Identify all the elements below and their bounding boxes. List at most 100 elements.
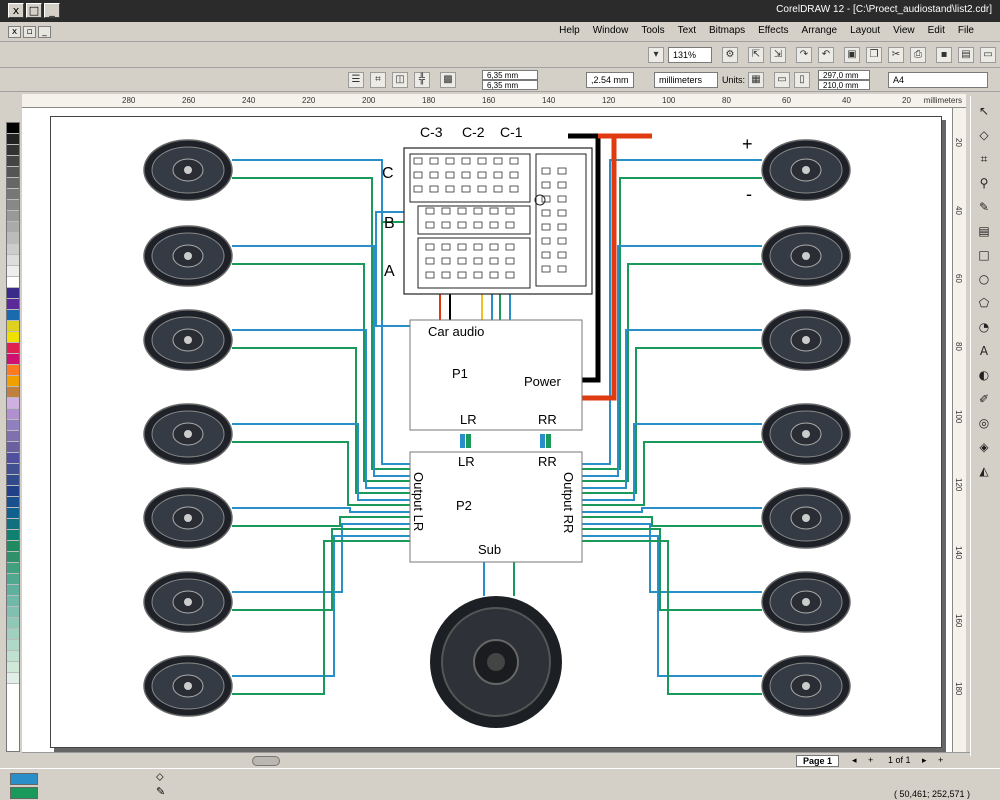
palette-swatch[interactable] — [7, 134, 19, 145]
fill-tool-icon[interactable]: ◈ — [975, 438, 993, 456]
speaker[interactable] — [143, 309, 233, 371]
palette-swatch[interactable] — [7, 222, 19, 233]
palette-swatch[interactable] — [7, 332, 19, 343]
palette-swatch[interactable] — [7, 310, 19, 321]
paper-size-select[interactable]: A4 — [888, 72, 988, 88]
palette-swatch[interactable] — [7, 640, 19, 651]
palette-swatch[interactable] — [7, 497, 19, 508]
palette-swatch[interactable] — [7, 398, 19, 409]
menu-text[interactable]: Text — [678, 25, 696, 36]
palette-swatch[interactable] — [7, 519, 19, 530]
page-height-field[interactable]: 210,0 mm — [818, 80, 870, 90]
shape-tool-icon[interactable]: ◇ — [975, 126, 993, 144]
close-window-button[interactable]: x — [8, 3, 24, 18]
palette-swatch[interactable] — [7, 343, 19, 354]
nudge-field[interactable]: ,2.54 mm — [586, 72, 634, 88]
outline-tool-icon[interactable]: ◎ — [975, 414, 993, 432]
palette-swatch[interactable] — [7, 167, 19, 178]
color-palette[interactable] — [6, 122, 20, 752]
palette-swatch[interactable] — [7, 365, 19, 376]
speaker[interactable] — [761, 403, 851, 465]
palette-swatch[interactable] — [7, 464, 19, 475]
scrollbar-thumb[interactable] — [252, 756, 280, 766]
freehand-tool-icon[interactable]: ✎ — [975, 198, 993, 216]
iso-connector[interactable]: C-3 C-2 C-1 C B A — [382, 124, 593, 295]
fill-color-swatch[interactable] — [10, 773, 38, 785]
text-tool-icon[interactable]: A — [975, 342, 993, 360]
horizontal-scrollbar[interactable] — [22, 752, 792, 768]
duplicate-y-field[interactable]: 6,35 mm — [482, 80, 538, 90]
speaker[interactable] — [143, 571, 233, 633]
all-pages-icon[interactable]: ▦ — [748, 72, 764, 88]
menu-effects[interactable]: Effects — [758, 25, 788, 36]
units-select[interactable]: millimeters — [654, 72, 718, 88]
palette-swatch[interactable] — [7, 607, 19, 618]
palette-swatch[interactable] — [7, 211, 19, 222]
export-icon[interactable]: ⇱ — [748, 47, 764, 63]
palette-swatch[interactable] — [7, 629, 19, 640]
menu-view[interactable]: View — [893, 25, 915, 36]
speaker[interactable] — [761, 571, 851, 633]
speaker[interactable] — [143, 403, 233, 465]
basic-shapes-icon[interactable]: ◔ — [975, 318, 993, 336]
speaker[interactable] — [143, 655, 233, 717]
prev-page-icon[interactable]: ◂ — [852, 755, 857, 766]
add-page-icon[interactable]: + — [868, 755, 873, 765]
palette-swatch[interactable] — [7, 288, 19, 299]
undo-icon[interactable]: ↶ — [818, 47, 834, 63]
palette-swatch[interactable] — [7, 475, 19, 486]
palette-swatch[interactable] — [7, 563, 19, 574]
palette-swatch[interactable] — [7, 453, 19, 464]
palette-swatch[interactable] — [7, 376, 19, 387]
smart-fill-icon[interactable]: ▤ — [975, 222, 993, 240]
palette-swatch[interactable] — [7, 442, 19, 453]
palette-swatch[interactable] — [7, 266, 19, 277]
page-tab-1[interactable]: Page 1 — [796, 755, 840, 767]
doc-restore-icon[interactable]: ▫ — [23, 26, 36, 38]
speaker[interactable] — [761, 139, 851, 201]
palette-swatch[interactable] — [7, 409, 19, 420]
speaker[interactable] — [143, 139, 233, 201]
palette-swatch[interactable] — [7, 200, 19, 211]
doc-close-icon[interactable]: x — [8, 26, 21, 38]
page-width-field[interactable]: 297,0 mm — [818, 70, 870, 80]
speaker[interactable] — [143, 487, 233, 549]
menu-arrange[interactable]: Arrange — [802, 25, 838, 36]
copy-icon[interactable]: ❐ — [866, 47, 882, 63]
redo-icon[interactable]: ↷ — [796, 47, 812, 63]
open-icon[interactable]: ▤ — [958, 47, 974, 63]
polygon-tool-icon[interactable]: ⬠ — [975, 294, 993, 312]
portrait-icon[interactable]: ▯ — [794, 72, 810, 88]
landscape-icon[interactable]: ▭ — [774, 72, 790, 88]
subwoofer[interactable] — [430, 596, 562, 728]
speaker[interactable] — [143, 225, 233, 287]
menu-bitmaps[interactable]: Bitmaps — [709, 25, 745, 36]
speaker[interactable] — [761, 225, 851, 287]
palette-swatch[interactable] — [7, 145, 19, 156]
rectangle-tool-icon[interactable]: □ — [975, 246, 993, 264]
p2-box[interactable]: LR RR P2 Sub Output LR Output RR — [409, 451, 583, 563]
palette-swatch[interactable] — [7, 321, 19, 332]
cut-icon[interactable]: ✂ — [888, 47, 904, 63]
interactive-blend-icon[interactable]: ◐ — [975, 366, 993, 384]
print-icon[interactable]: ⎙ — [910, 47, 926, 63]
minimize-window-button[interactable]: _ — [44, 3, 60, 18]
menu-edit[interactable]: Edit — [928, 25, 945, 36]
palette-swatch[interactable] — [7, 673, 19, 684]
palette-swatch[interactable] — [7, 552, 19, 563]
palette-swatch[interactable] — [7, 508, 19, 519]
vertical-ruler[interactable]: 20 40 60 80 100 120 140 160 180 — [952, 108, 966, 752]
next-page-icon[interactable]: ▸ — [922, 755, 927, 766]
palette-swatch[interactable] — [7, 156, 19, 167]
snap-grid-icon[interactable]: ▩ — [440, 72, 456, 88]
horizontal-ruler[interactable]: millimeters 20 40 60 80 100 120 140 160 180 200 22… — [22, 94, 966, 108]
palette-swatch[interactable] — [7, 596, 19, 607]
menu-help[interactable]: Help — [559, 25, 580, 36]
snap-guides-icon[interactable]: ╬ — [414, 72, 430, 88]
menu-layout[interactable]: Layout — [850, 25, 880, 36]
palette-swatch[interactable] — [7, 244, 19, 255]
palette-swatch[interactable] — [7, 387, 19, 398]
palette-swatch[interactable] — [7, 277, 19, 288]
palette-swatch[interactable] — [7, 233, 19, 244]
palette-swatch[interactable] — [7, 530, 19, 541]
